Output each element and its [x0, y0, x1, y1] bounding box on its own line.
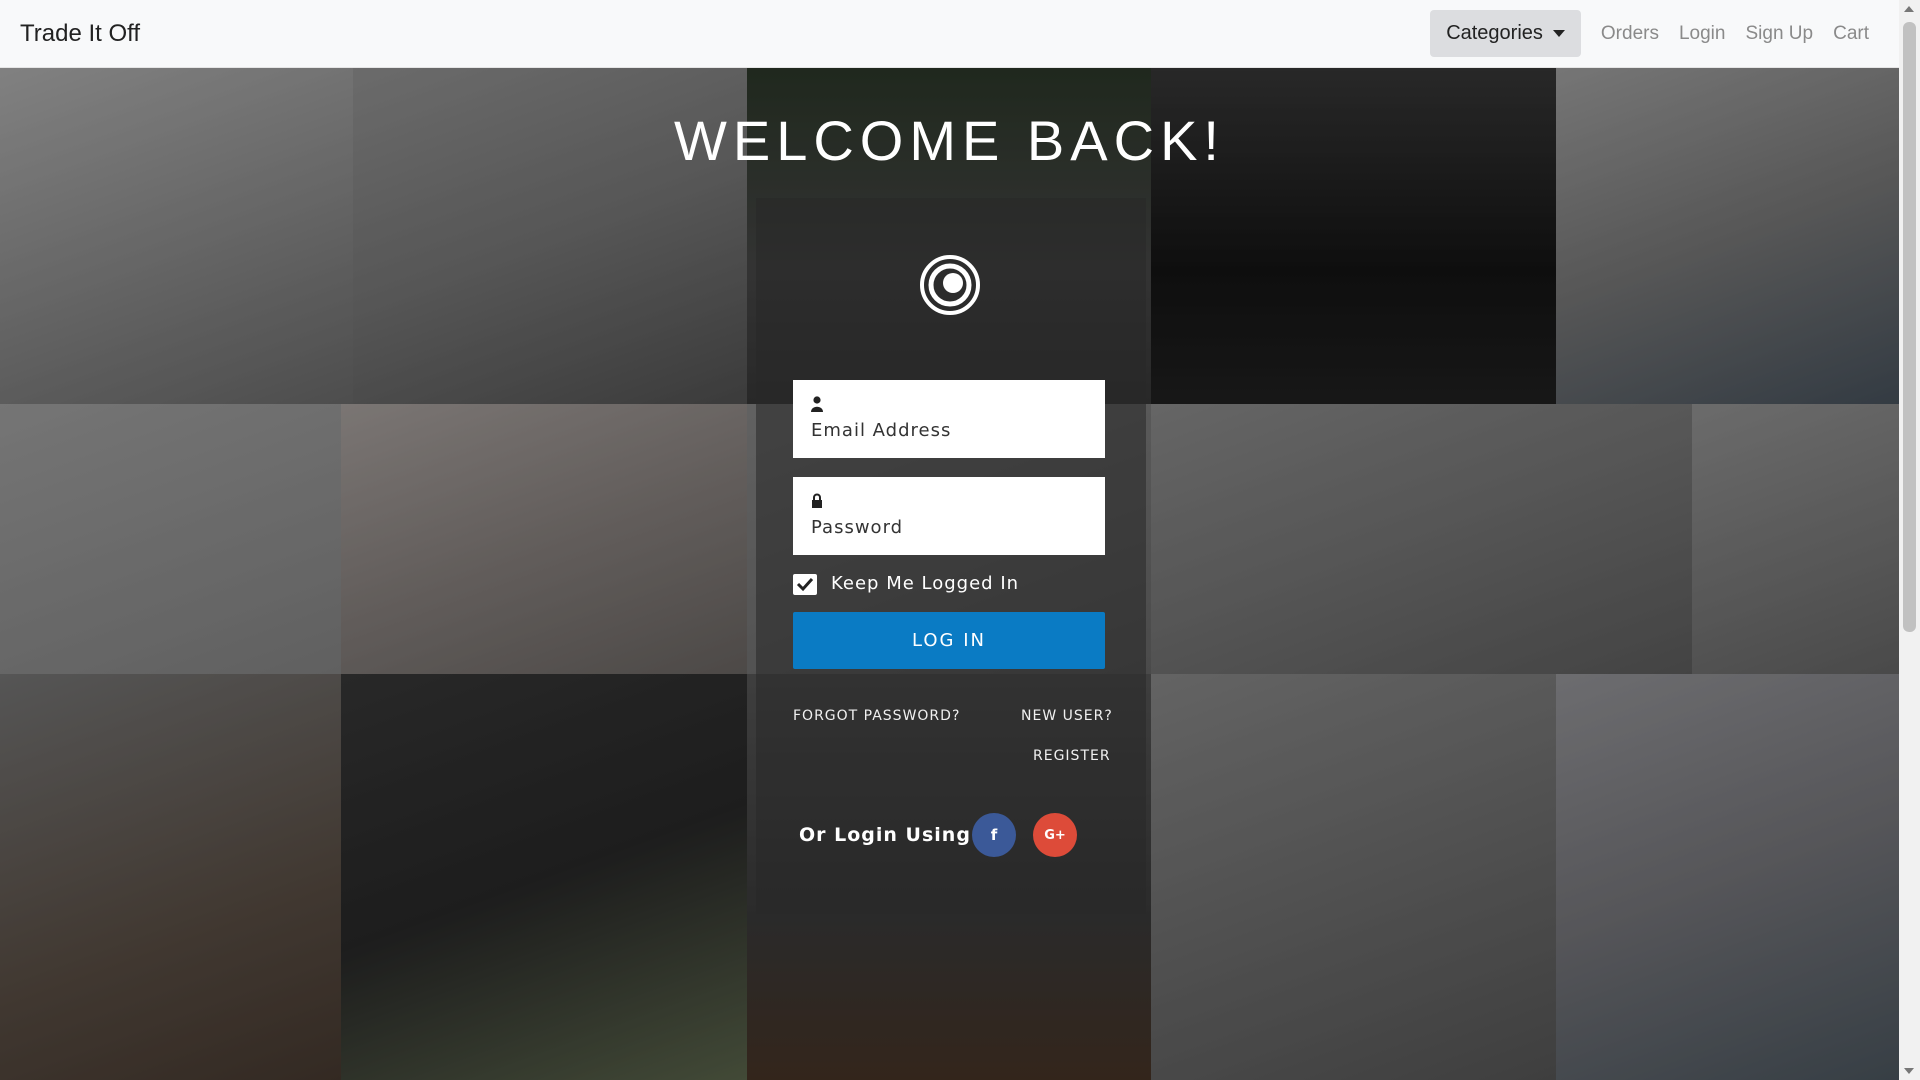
- categories-label: Categories: [1446, 22, 1543, 44]
- password-field[interactable]: Password: [793, 477, 1105, 555]
- nav-link-orders[interactable]: Orders: [1591, 23, 1669, 45]
- facebook-login-button[interactable]: f: [972, 813, 1016, 857]
- facebook-icon: f: [990, 826, 998, 844]
- checkmark-icon: [796, 577, 814, 592]
- nav-link-cart[interactable]: Cart: [1823, 23, 1879, 45]
- password-placeholder: Password: [811, 517, 904, 538]
- google-login-button[interactable]: G+: [1033, 813, 1077, 857]
- email-field[interactable]: Email Address: [793, 380, 1105, 458]
- keep-logged-in-checkbox[interactable]: [793, 574, 817, 595]
- new-user-label: NEW USER?: [1021, 708, 1113, 724]
- top-navbar: Trade It Off Categories Orders Login Sig…: [0, 0, 1899, 68]
- nav-links: Categories Orders Login Sign Up Cart: [1430, 10, 1879, 57]
- forgot-password-link[interactable]: FORGOT PASSWORD?: [793, 708, 960, 724]
- google-plus-icon: G+: [1044, 827, 1066, 843]
- scroll-down-arrow-icon[interactable]: [1904, 1068, 1914, 1074]
- brand-logo-text[interactable]: Trade It Off: [20, 20, 140, 48]
- nav-link-sign-up[interactable]: Sign Up: [1735, 23, 1823, 45]
- keep-logged-in-label[interactable]: Keep Me Logged In: [831, 573, 1019, 594]
- caret-down-icon: [1552, 30, 1565, 37]
- lock-icon: [812, 493, 822, 508]
- page-title: WELCOME BACK!: [674, 109, 1225, 172]
- page-scrollbar[interactable]: [1899, 0, 1920, 1080]
- scroll-thumb[interactable]: [1903, 22, 1916, 632]
- email-placeholder: Email Address: [811, 420, 952, 441]
- user-icon: [811, 396, 823, 412]
- social-login-label: Or Login Using :: [799, 824, 988, 846]
- log-in-button[interactable]: LOG IN: [793, 612, 1105, 669]
- brand-circle-logo-icon: [920, 255, 980, 315]
- register-link[interactable]: REGISTER: [1033, 748, 1111, 764]
- categories-dropdown-button[interactable]: Categories: [1430, 10, 1581, 57]
- scroll-up-arrow-icon[interactable]: [1904, 6, 1914, 12]
- nav-link-login[interactable]: Login: [1669, 23, 1736, 45]
